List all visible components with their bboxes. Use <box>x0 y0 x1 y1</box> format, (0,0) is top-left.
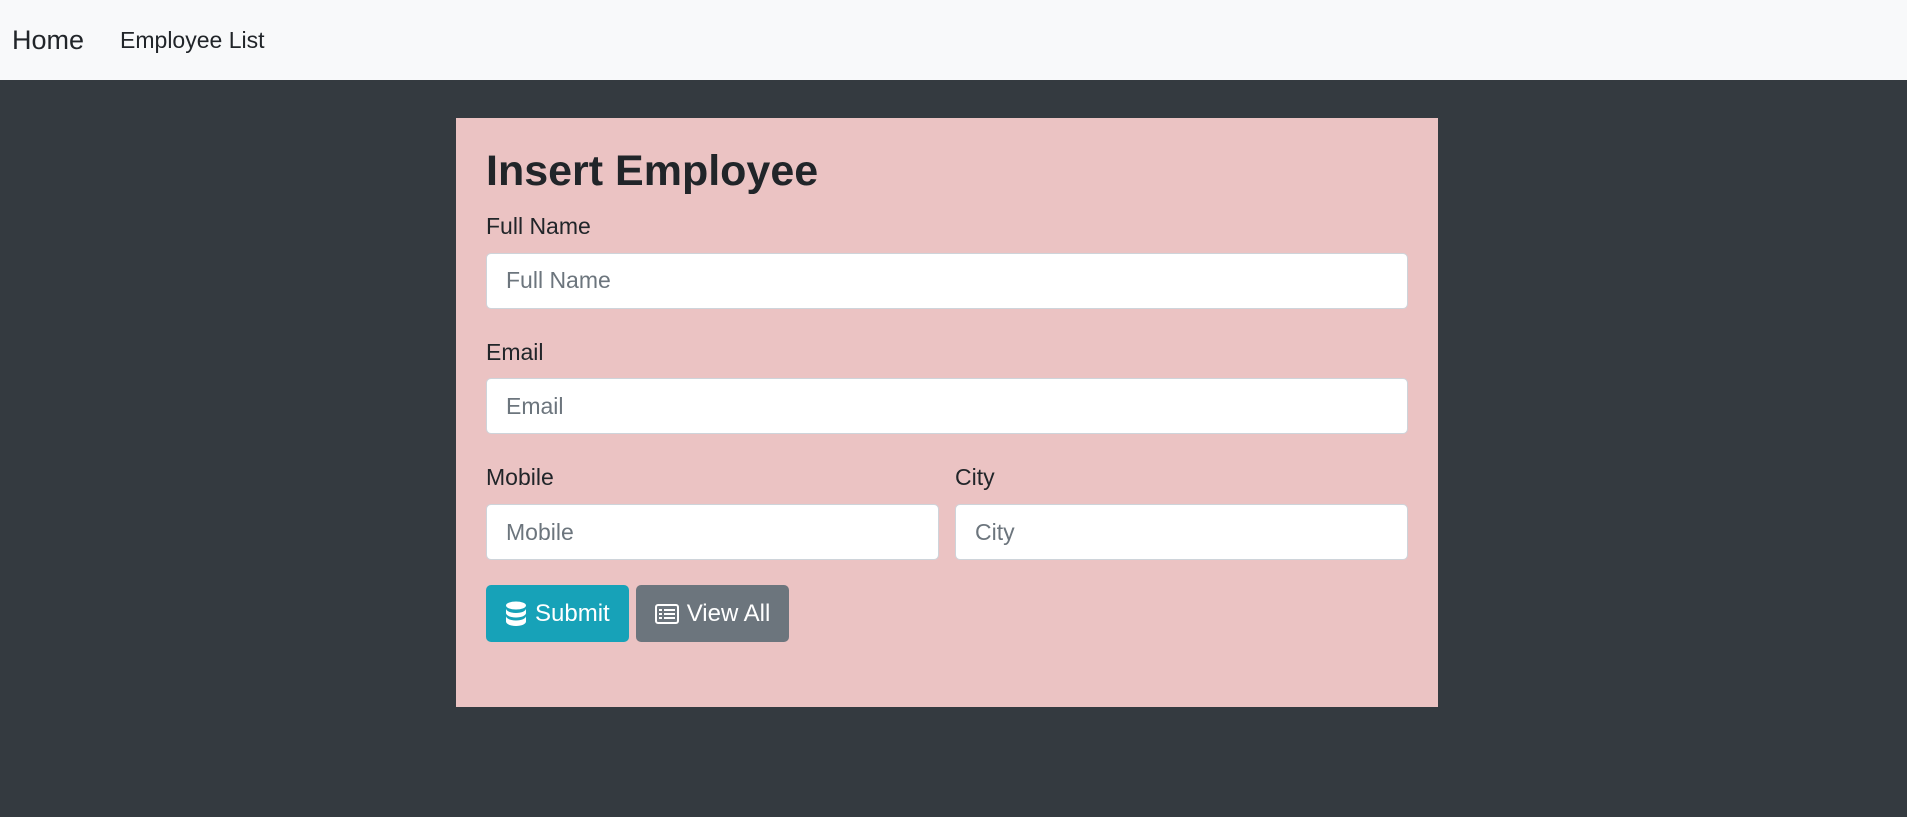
city-label: City <box>955 464 995 491</box>
nav-link-employee-list[interactable]: Employee List <box>120 27 264 54</box>
email-group: Email <box>486 339 1408 435</box>
email-input[interactable] <box>486 378 1408 435</box>
city-group: City <box>955 464 1408 561</box>
mobile-input[interactable] <box>486 504 939 561</box>
full-name-group: Full Name <box>486 213 1408 309</box>
email-label: Email <box>486 338 544 365</box>
database-icon <box>505 601 527 627</box>
city-input[interactable] <box>955 504 1408 561</box>
form-actions: Submit View All <box>486 585 1408 643</box>
list-alt-icon <box>654 603 679 624</box>
nav-brand-home[interactable]: Home <box>12 25 84 56</box>
full-name-input[interactable] <box>486 252 1408 309</box>
mobile-label: Mobile <box>486 464 554 491</box>
full-name-label: Full Name <box>486 213 591 240</box>
submit-button-label: Submit <box>535 599 610 627</box>
form-title: Insert Employee <box>486 147 819 195</box>
insert-employee-form-card: Insert Employee Full Name Email Mobile C… <box>456 118 1438 707</box>
view-all-button[interactable]: View All <box>635 585 790 643</box>
view-all-button-label: View All <box>686 599 771 627</box>
submit-button[interactable]: Submit <box>486 585 629 643</box>
mobile-group: Mobile <box>486 464 939 561</box>
navbar: Home Employee List <box>0 0 1907 80</box>
mobile-city-row: Mobile City <box>486 464 1408 585</box>
